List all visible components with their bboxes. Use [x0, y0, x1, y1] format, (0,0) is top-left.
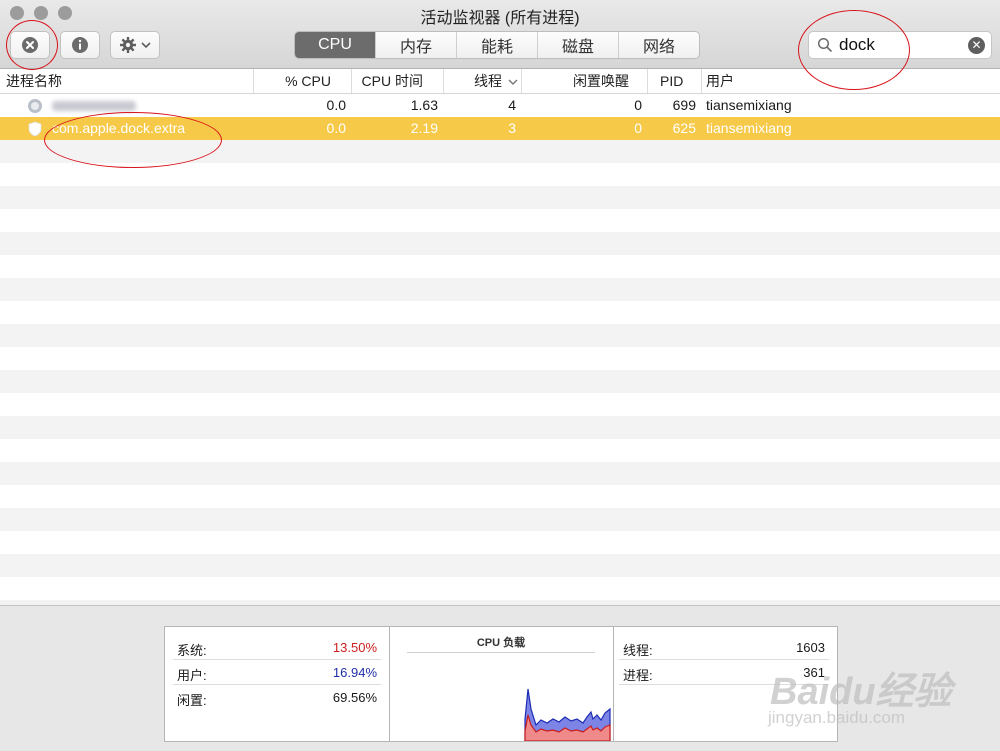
cpu-load-graph [524, 688, 611, 741]
empty-row [0, 577, 1000, 600]
chevron-down-icon [508, 79, 518, 85]
info-icon [72, 37, 88, 53]
column-idle-wakeups[interactable]: 闲置唤醒 [522, 69, 648, 93]
empty-row [0, 393, 1000, 416]
stat-threads-label: 线程: [623, 643, 653, 658]
stat-processes-label: 进程: [623, 668, 653, 683]
empty-row [0, 324, 1000, 347]
empty-row [0, 347, 1000, 370]
cpu-percent: 0.0 [326, 120, 346, 136]
watermark-url: jingyan.baidu.com [768, 708, 906, 727]
process-name: com.apple.dock.extra [52, 120, 186, 136]
tab-disk[interactable]: 磁盘 [538, 32, 619, 58]
tab-energy[interactable]: 能耗 [457, 32, 538, 58]
window-title: 活动监视器 (所有进程) [420, 10, 580, 27]
column-process-name[interactable]: 进程名称 [0, 69, 254, 93]
idle-wakeups: 0 [634, 97, 642, 113]
table-row-selected[interactable]: com.apple.dock.extra 0.0 2.19 3 0 625 ti… [0, 117, 1000, 140]
empty-row [0, 554, 1000, 577]
empty-row [0, 140, 1000, 163]
search-input[interactable] [839, 34, 959, 56]
clear-search-icon[interactable]: ✕ [968, 37, 985, 54]
stat-user-value: 16.94% [332, 665, 377, 680]
empty-row [0, 209, 1000, 232]
user: tiansemixiang [706, 120, 792, 136]
table-header: 进程名称 % CPU CPU 时间 线程 闲置唤醒 PID 用户 [0, 69, 1000, 94]
column-pid[interactable]: PID [648, 69, 702, 93]
empty-row [0, 255, 1000, 278]
tab-network[interactable]: 网络 [619, 32, 699, 58]
column-cpu-percent[interactable]: % CPU [254, 69, 352, 93]
shield-icon [28, 121, 42, 137]
stat-idle-value: 69.56% [332, 690, 377, 705]
empty-row [0, 508, 1000, 531]
empty-row [0, 485, 1000, 508]
stat-threads-value: 1603 [796, 640, 825, 655]
empty-row [0, 531, 1000, 554]
cpu-percent: 0.0 [326, 97, 346, 113]
tab-cpu[interactable]: CPU [295, 32, 376, 58]
empty-row [0, 163, 1000, 186]
stat-system-label: 系统: [177, 643, 207, 658]
pid: 625 [672, 120, 696, 136]
tab-bar: CPU 内存 能耗 磁盘 网络 [294, 31, 700, 59]
column-user[interactable]: 用户 [702, 69, 1000, 93]
process-name-blurred [52, 94, 136, 117]
cpu-load-chart: CPU 负载 [389, 627, 613, 741]
stat-threads: 线程: 1603 [619, 635, 829, 660]
search-field[interactable]: ✕ [808, 31, 992, 59]
empty-row [0, 232, 1000, 255]
toolbar: 活动监视器 (所有进程) CPU 内存 能耗 磁盘 网络 dock ✕ [0, 0, 1000, 69]
stat-user-label: 用户: [177, 668, 207, 683]
cpu-time: 1.63 [410, 97, 438, 113]
empty-row [0, 439, 1000, 462]
stat-idle: 闲置: 69.56% [173, 685, 381, 709]
empty-row [0, 301, 1000, 324]
divider [613, 627, 614, 741]
empty-row [0, 416, 1000, 439]
chevron-down-icon [141, 42, 151, 49]
process-table: 0.0 1.63 4 0 699 tiansemixiang com.apple… [0, 94, 1000, 605]
empty-row [0, 186, 1000, 209]
search-icon [817, 37, 832, 52]
table-row[interactable]: 0.0 1.63 4 0 699 tiansemixiang [0, 94, 1000, 117]
threads: 4 [508, 97, 516, 113]
column-threads[interactable]: 线程 [444, 69, 522, 93]
inspect-process-button[interactable] [60, 31, 100, 59]
stat-system-value: 13.50% [332, 640, 377, 655]
stat-user: 用户: 16.94% [173, 660, 381, 685]
user: tiansemixiang [706, 97, 792, 113]
cpu-time: 2.19 [410, 120, 438, 136]
idle-wakeups: 0 [634, 120, 642, 136]
stat-idle-label: 闲置: [177, 693, 207, 708]
column-cpu-time[interactable]: CPU 时间 [352, 69, 444, 93]
stat-system: 系统: 13.50% [173, 635, 381, 660]
activity-monitor-window: 活动监视器 (所有进程) CPU 内存 能耗 磁盘 网络 dock ✕ 进程名称… [0, 0, 1000, 751]
stop-process-button[interactable] [10, 31, 50, 59]
process-icon [28, 99, 42, 113]
empty-row [0, 278, 1000, 301]
threads: 3 [508, 120, 516, 136]
pid: 699 [672, 97, 696, 113]
cpu-summary-panel: 系统: 13.50% 用户: 16.94% 闲置: 69.56% CPU 负载 [164, 626, 838, 742]
column-threads-label: 线程 [474, 73, 502, 89]
watermark-logo: Baidu经验 [770, 671, 952, 713]
empty-row [0, 370, 1000, 393]
action-menu-button[interactable] [110, 31, 160, 59]
empty-row [0, 462, 1000, 485]
tab-memory[interactable]: 内存 [376, 32, 457, 58]
gear-icon [120, 37, 136, 53]
close-circle-icon [22, 37, 38, 53]
